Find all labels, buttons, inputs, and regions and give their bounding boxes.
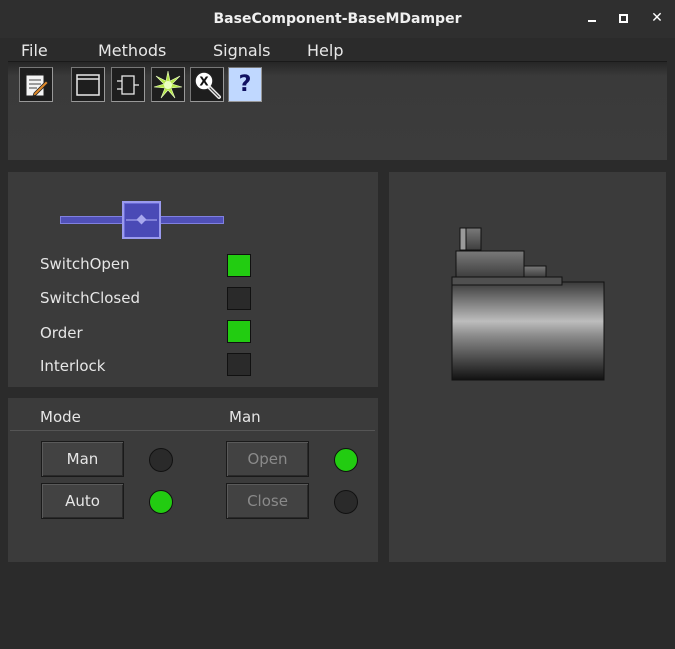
signal-label-interlock: Interlock [40, 357, 106, 375]
notepad-button[interactable] [19, 67, 53, 102]
notepad-icon [25, 72, 49, 97]
signal-label-switchclosed: SwitchClosed [40, 289, 140, 307]
component-icon [117, 74, 139, 95]
cross-reference-search-button[interactable]: X [190, 67, 224, 102]
mode-header: Mode [40, 408, 81, 426]
title-bar: BaseComponent-BaseMDamper ✕ [0, 0, 675, 38]
signals-panel: SwitchOpen SwitchClosed Order Interlock [8, 172, 378, 387]
menu-file[interactable]: File [21, 41, 48, 60]
minimize-icon [588, 20, 596, 22]
close-lamp [334, 490, 358, 514]
signal-indicator-switchopen [227, 254, 251, 277]
window-title: BaseComponent-BaseMDamper [213, 11, 462, 27]
minimize-button[interactable] [581, 8, 603, 28]
cross-reference-search-icon: X [194, 70, 221, 99]
man-mode-lamp [149, 448, 173, 472]
window-icon [76, 73, 100, 96]
mode-divider [10, 430, 375, 431]
signal-label-switchopen: SwitchOpen [40, 255, 130, 273]
open-button[interactable]: Open [226, 441, 309, 477]
slider-handle-diamond-icon [136, 214, 147, 225]
man-header: Man [229, 408, 261, 426]
window-button[interactable] [71, 67, 105, 102]
signal-indicator-interlock [227, 353, 251, 376]
mode-panel: Mode Man Man Auto Open Close [8, 398, 378, 562]
svg-text:X: X [199, 74, 209, 88]
close-damper-button[interactable]: Close [226, 483, 309, 519]
close-icon: ✕ [651, 10, 663, 26]
position-slider-handle[interactable] [122, 201, 161, 239]
help-button[interactable]: ? [228, 67, 262, 102]
damper-graphic-panel [389, 172, 666, 562]
open-lamp [334, 448, 358, 472]
spark-icon [153, 70, 183, 98]
help-icon: ? [238, 72, 252, 97]
menu-bar: File Methods Signals Help [8, 38, 667, 62]
menu-methods[interactable]: Methods [98, 41, 166, 60]
spark-button[interactable] [151, 67, 185, 102]
menu-signals[interactable]: Signals [213, 41, 270, 60]
auto-mode-lamp [149, 490, 173, 514]
signal-label-order: Order [40, 324, 83, 342]
signal-indicator-order [227, 320, 251, 343]
damper-actuator-icon [451, 227, 605, 381]
auto-mode-button[interactable]: Auto [41, 483, 124, 519]
toolbar: X ? [8, 62, 667, 160]
maximize-icon [618, 13, 628, 23]
signal-indicator-switchclosed [227, 287, 251, 310]
close-button[interactable]: ✕ [646, 8, 668, 28]
menu-help[interactable]: Help [307, 41, 343, 60]
man-mode-button[interactable]: Man [41, 441, 124, 477]
maximize-button[interactable] [612, 8, 634, 28]
component-button[interactable] [111, 67, 145, 102]
